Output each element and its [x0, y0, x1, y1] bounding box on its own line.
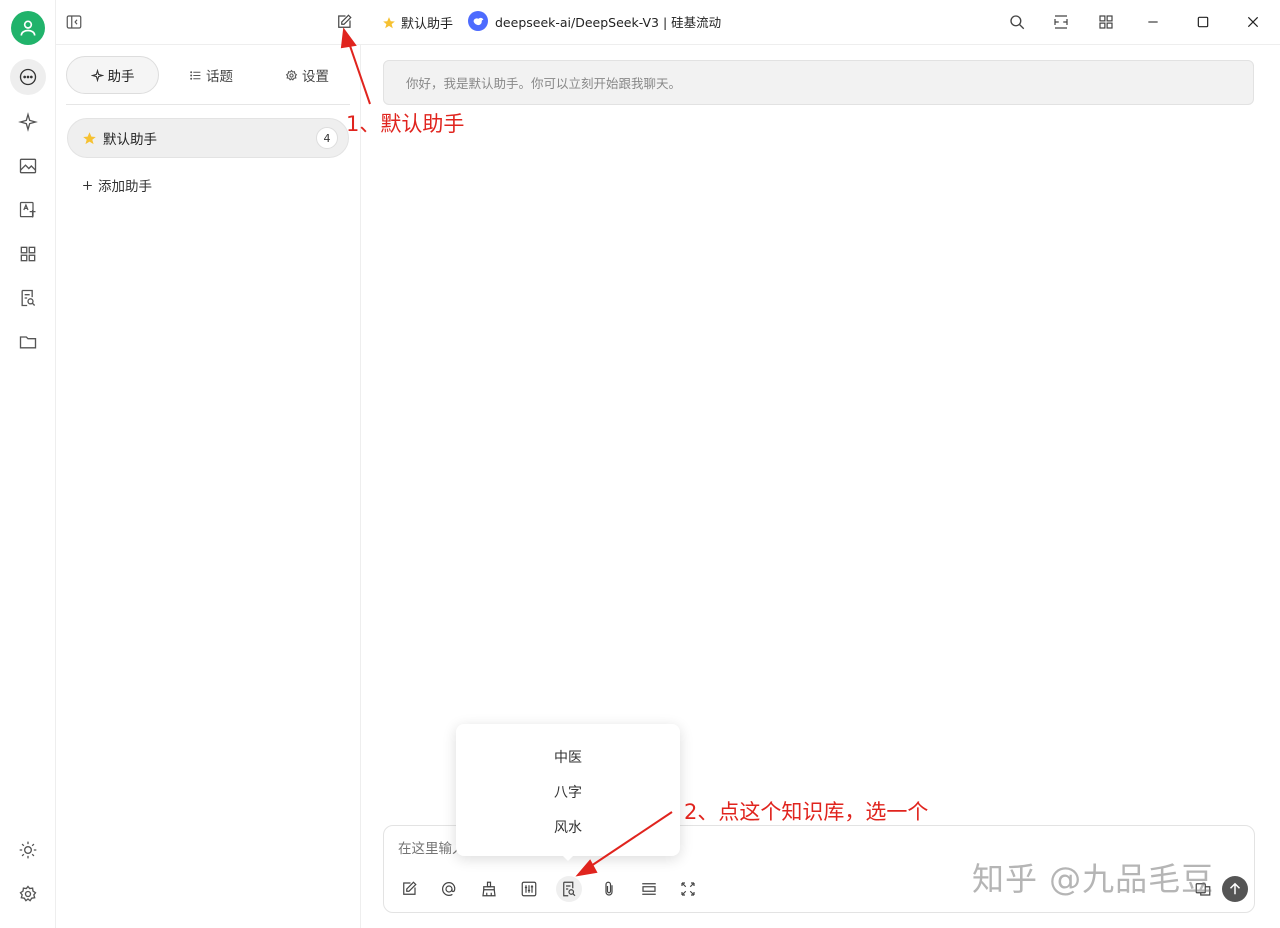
- sliders-icon: [521, 881, 537, 897]
- avatar[interactable]: [11, 11, 45, 45]
- knowledge-base-menu: 中医 八字 风水: [456, 724, 680, 856]
- send-icon: [1229, 882, 1241, 895]
- broom-icon: [482, 881, 496, 897]
- current-assistant[interactable]: 默认助手: [382, 13, 453, 32]
- rail-knowledge-button[interactable]: [10, 280, 46, 316]
- apps-icon: [20, 246, 36, 262]
- knowledge-base-tool[interactable]: [556, 876, 582, 902]
- sparkle-icon: [18, 112, 38, 132]
- narrow-mode-icon: [1054, 15, 1068, 29]
- rail-files-button[interactable]: [10, 324, 46, 360]
- rail-settings-button[interactable]: [10, 876, 46, 912]
- welcome-message: 你好，我是默认助手。你可以立刻开始跟我聊天。: [383, 60, 1254, 105]
- edit-icon: [338, 14, 352, 28]
- new-topic-button[interactable]: [333, 11, 355, 33]
- expand-tool[interactable]: [675, 876, 701, 902]
- rail-theme-button[interactable]: [10, 832, 46, 868]
- settings-icon: [19, 885, 37, 902]
- mention-tool[interactable]: [436, 876, 462, 902]
- menu-item-kb[interactable]: 中医: [456, 742, 680, 772]
- plus-icon: [83, 180, 92, 190]
- sparkle-icon: [90, 68, 104, 82]
- assistant-list-item[interactable]: 默认助手 4: [67, 118, 349, 158]
- clear-tool[interactable]: [476, 876, 502, 902]
- user-icon: [20, 20, 36, 36]
- mini-apps-button[interactable]: [1095, 11, 1117, 33]
- close-button[interactable]: [1242, 11, 1264, 33]
- menu-item-kb[interactable]: 风水: [456, 812, 680, 842]
- assistant-name: 默认助手: [401, 17, 454, 32]
- rail-paint-button[interactable]: [10, 148, 46, 184]
- annotation-text-2: 2、点这个知识库，选一个: [684, 800, 929, 824]
- topic-count-badge: 4: [316, 127, 338, 149]
- knowledge-icon: [21, 289, 36, 307]
- edit-icon: [403, 881, 417, 895]
- toggle-sidebar-button[interactable]: [63, 11, 85, 33]
- at-icon: [442, 882, 456, 896]
- tab-topics[interactable]: 话题: [166, 56, 256, 94]
- tab-label: 设置: [302, 69, 329, 85]
- add-assistant-button[interactable]: 添加助手: [81, 175, 152, 195]
- assistant-item-name: 默认助手: [103, 132, 157, 148]
- menu-item-kb[interactable]: 八字: [456, 777, 680, 807]
- rail-translate-button[interactable]: [10, 192, 46, 228]
- add-assistant-label: 添加助手: [98, 179, 152, 195]
- new-topic-tool[interactable]: [396, 876, 422, 902]
- rail-chat-button[interactable]: [10, 59, 46, 95]
- sidebar-toggle-icon: [66, 15, 82, 29]
- tab-label: 话题: [206, 69, 233, 85]
- context-tool[interactable]: [636, 876, 662, 902]
- tab-settings[interactable]: 设置: [262, 56, 352, 94]
- grid-icon: [1099, 15, 1113, 29]
- model-selector[interactable]: deepseek-ai/DeepSeek-V3 | 硅基流动: [468, 11, 721, 31]
- send-button[interactable]: [1222, 876, 1248, 902]
- minimize-button[interactable]: [1142, 11, 1164, 33]
- maximize-icon: [1197, 16, 1209, 28]
- rail-apps-button[interactable]: [10, 236, 46, 272]
- nav-rail: [0, 0, 56, 928]
- maximize-button[interactable]: [1192, 11, 1214, 33]
- watermark: 知乎 @九品毛豆: [972, 860, 1215, 898]
- search-icon: [1010, 15, 1025, 30]
- model-label: deepseek-ai/DeepSeek-V3 | 硅基流动: [495, 14, 722, 30]
- list-icon: [190, 70, 201, 80]
- theme-icon: [19, 841, 37, 859]
- chat-icon: [19, 68, 37, 86]
- minimize-icon: [1148, 21, 1158, 23]
- star-icon: [383, 16, 395, 28]
- translate-icon: [19, 201, 36, 218]
- narrow-mode-button[interactable]: [1050, 11, 1072, 33]
- divider: [66, 104, 350, 105]
- deepseek-logo-icon: [468, 11, 488, 31]
- tab-assistants[interactable]: 助手: [66, 56, 159, 94]
- image-icon: [19, 158, 37, 174]
- panel-tabs: 助手 话题 设置: [66, 56, 352, 94]
- parameters-tool[interactable]: [516, 876, 542, 902]
- search-button[interactable]: [1006, 11, 1028, 33]
- title-bar: 默认助手 deepseek-ai/DeepSeek-V3 | 硅基流动: [56, 0, 1280, 45]
- assistant-panel: 助手 话题 设置 默认助手 4 添加助手: [56, 45, 361, 928]
- annotation-text-1: 1、默认助手: [346, 112, 465, 136]
- context-icon: [642, 883, 656, 895]
- folder-icon: [19, 336, 37, 349]
- gear-icon: [285, 69, 298, 81]
- paperclip-icon: [605, 881, 613, 896]
- close-icon: [1247, 16, 1259, 28]
- star-icon: [83, 131, 96, 144]
- knowledge-icon: [563, 881, 576, 897]
- rail-agents-button[interactable]: [10, 104, 46, 140]
- tab-label: 助手: [107, 69, 135, 85]
- attachment-tool[interactable]: [596, 876, 622, 902]
- popup-pointer: [560, 853, 576, 861]
- expand-icon: [681, 882, 695, 896]
